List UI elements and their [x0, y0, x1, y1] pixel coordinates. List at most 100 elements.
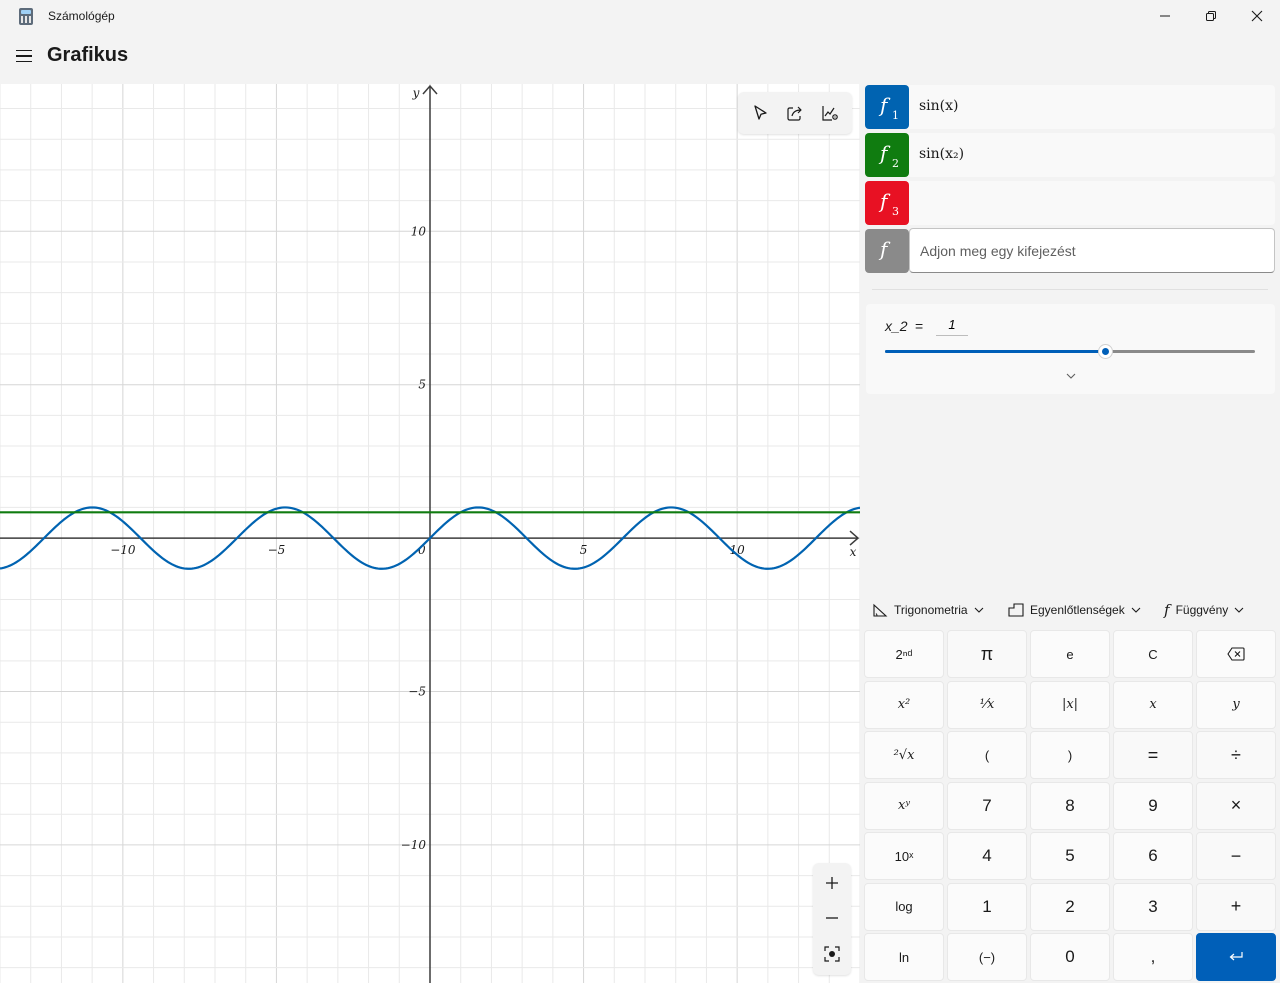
minimize-button[interactable]: [1142, 0, 1188, 32]
divide-key[interactable]: ÷: [1196, 731, 1276, 779]
second-function-key[interactable]: 2ⁿᵈ: [864, 630, 944, 678]
absolute-value-key[interactable]: |x|: [1030, 680, 1110, 729]
function-color-badge[interactable]: f 3: [865, 181, 909, 225]
select-trace-button[interactable]: [745, 98, 775, 128]
function-index: 3: [892, 205, 899, 218]
clear-key[interactable]: C: [1113, 630, 1193, 678]
title-bar: Számológép: [0, 0, 1280, 34]
chevron-down-icon[interactable]: [1065, 370, 1077, 382]
hamburger-icon[interactable]: [14, 46, 34, 66]
x-tick-label: −10: [110, 543, 136, 557]
expression-input[interactable]: [910, 229, 1274, 272]
trigonometry-dropdown[interactable]: Trigonometria: [872, 598, 984, 622]
function-expression[interactable]: sin(x): [919, 98, 959, 114]
graph-plot[interactable]: −10 −5 0 5 10105−5−10xy: [0, 84, 860, 983]
function-icon: f: [1164, 601, 1170, 619]
share-icon: [787, 106, 802, 121]
close-button[interactable]: [1234, 0, 1280, 32]
divider: [872, 289, 1268, 290]
backspace-key[interactable]: [1196, 630, 1276, 678]
keypad: 2ⁿᵈ π e C x² ¹⁄x |x| x y ²√x ( ) = ÷ xʸ …: [864, 630, 1278, 982]
square-key[interactable]: x²: [864, 680, 944, 729]
reset-view-button[interactable]: [817, 939, 847, 969]
reciprocal-key[interactable]: ¹⁄x: [947, 680, 1027, 729]
euler-key[interactable]: e: [1030, 630, 1110, 678]
minimize-icon: [1160, 15, 1170, 17]
function-row-2[interactable]: f 2 sin(x₂): [865, 133, 1275, 177]
power-key[interactable]: xʸ: [864, 781, 944, 830]
zoom-in-button[interactable]: [817, 868, 847, 898]
graph-canvas[interactable]: −10 −5 0 5 10 10 5 −5 −10 x y: [0, 84, 860, 983]
digit-1-key[interactable]: 1: [947, 882, 1027, 931]
graph-toolbar: [738, 92, 852, 134]
function-color-badge[interactable]: f 1: [865, 85, 909, 129]
function-label: f: [880, 237, 888, 261]
zoom-out-button[interactable]: [817, 903, 847, 933]
digit-2-key[interactable]: 2: [1030, 882, 1110, 931]
y-tick-label: −5: [408, 685, 426, 699]
close-icon: [1251, 10, 1263, 22]
zoom-out-icon: [826, 917, 838, 919]
dropdown-label: Egyenlőtlenségek: [1030, 603, 1125, 617]
dropdown-label: Függvény: [1175, 603, 1229, 617]
trigonometry-icon: [873, 603, 888, 617]
open-paren-key[interactable]: (: [947, 731, 1027, 779]
chevron-down-icon: [974, 607, 983, 613]
variable-slider[interactable]: [885, 344, 1255, 359]
y-tick-label: −10: [401, 838, 427, 852]
slider-thumb[interactable]: [1098, 344, 1114, 359]
zoom-controls: [813, 863, 851, 975]
restore-button[interactable]: [1188, 0, 1234, 32]
close-paren-key[interactable]: ): [1030, 731, 1110, 779]
mode-title: Grafikus: [47, 44, 129, 66]
decimal-separator-key[interactable]: ,: [1113, 933, 1193, 981]
equals-key[interactable]: =: [1113, 731, 1193, 779]
function-color-badge[interactable]: f: [865, 229, 909, 273]
multiply-key[interactable]: ×: [1196, 781, 1276, 830]
plus-key[interactable]: +: [1196, 882, 1276, 931]
digit-9-key[interactable]: 9: [1113, 781, 1193, 830]
dropdown-label: Trigonometria: [894, 603, 968, 617]
x-variable-key[interactable]: x: [1113, 680, 1193, 729]
x-axis-label: x: [850, 545, 857, 559]
backspace-icon: [1227, 647, 1245, 661]
function-index: 2: [892, 157, 899, 170]
digit-8-key[interactable]: 8: [1030, 781, 1110, 830]
ln-key[interactable]: ln: [864, 933, 944, 981]
restore-icon: [1206, 11, 1216, 21]
graph-options-button[interactable]: [815, 98, 845, 128]
variable-value-input[interactable]: [936, 314, 968, 336]
slider-fill: [885, 350, 1106, 353]
function-expression[interactable]: sin(x₂): [919, 146, 964, 162]
chevron-down-icon: [1234, 607, 1244, 613]
log-key[interactable]: log: [864, 882, 944, 931]
digit-0-key[interactable]: 0: [1030, 933, 1110, 981]
function-label: f: [880, 141, 888, 165]
y-variable-key[interactable]: y: [1196, 680, 1276, 729]
pi-key[interactable]: π: [947, 630, 1027, 678]
digit-7-key[interactable]: 7: [947, 781, 1027, 830]
square-root-key[interactable]: ²√x: [864, 731, 944, 779]
enter-key[interactable]: [1196, 933, 1276, 981]
x-tick-label: −5: [268, 543, 286, 557]
inequalities-dropdown[interactable]: Egyenlőtlenségek: [1008, 598, 1141, 622]
new-function-row[interactable]: f: [865, 229, 909, 273]
digit-6-key[interactable]: 6: [1113, 832, 1193, 880]
function-color-badge[interactable]: f 2: [865, 133, 909, 177]
function-row-3[interactable]: f 3: [865, 181, 1275, 225]
digit-5-key[interactable]: 5: [1030, 832, 1110, 880]
expression-input-box[interactable]: [909, 228, 1275, 273]
negate-key[interactable]: (−): [947, 933, 1027, 981]
function-row-1[interactable]: f 1 sin(x): [865, 85, 1275, 129]
calculator-icon: [19, 8, 33, 25]
digit-3-key[interactable]: 3: [1113, 882, 1193, 931]
digit-4-key[interactable]: 4: [947, 832, 1027, 880]
share-button[interactable]: [780, 98, 810, 128]
function-label: f: [880, 93, 888, 117]
y-tick-label: 5: [418, 378, 426, 392]
ten-power-key[interactable]: 10ˣ: [864, 832, 944, 880]
reset-view-icon: [824, 946, 840, 962]
graph-options-icon: [822, 106, 839, 121]
function-dropdown[interactable]: f Függvény: [1164, 598, 1244, 622]
minus-key[interactable]: −: [1196, 832, 1276, 880]
